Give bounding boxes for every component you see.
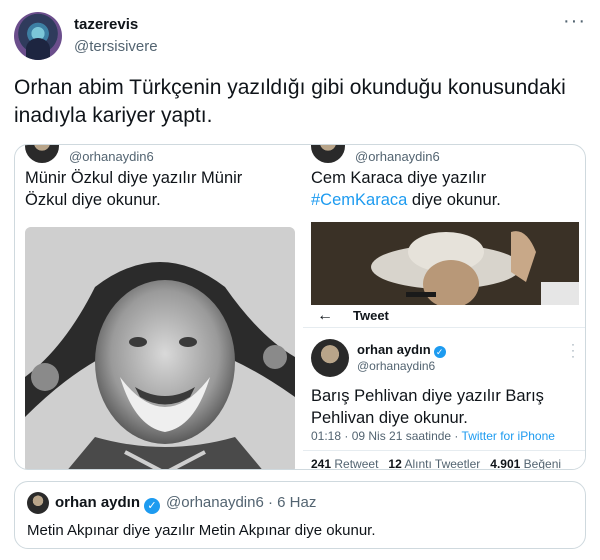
card-text-end: diye okunur. — [411, 191, 501, 209]
verified-badge-icon: ✓ — [433, 346, 446, 358]
card-handle: @orhanaydin6 — [357, 359, 436, 373]
author-handle[interactable]: @tersisivere — [74, 38, 158, 55]
quoted-tweet[interactable]: orhan aydın ✓ @orhanaydin6 · 6 Haz Metin A… — [14, 481, 586, 549]
author-name[interactable]: tazerevis — [74, 16, 138, 33]
tweet-meta: 01:18 · 09 Nis 21 saatinde · Twitter for… — [311, 429, 555, 443]
arrow-left-icon[interactable]: ← — [317, 307, 333, 325]
quoted-author-name: orhan aydın — [55, 494, 141, 511]
kebab-icon: · · · — [571, 337, 575, 363]
photo-man-with-hat[interactable] — [25, 227, 295, 469]
separator-dot: · — [267, 494, 273, 511]
tweet-media[interactable]: @orhanaydin6 Münir Özkul diye yazılır Mü… — [14, 144, 586, 470]
screen-title: Tweet — [353, 308, 389, 323]
tweet-header: tazerevis @tersisivere ··· — [14, 11, 586, 62]
ellipsis-icon[interactable]: ··· — [563, 11, 586, 31]
card-text-start: Cem Karaca diye yazılır — [311, 169, 487, 187]
divider — [303, 450, 585, 451]
client-link: Twitter for iPhone — [461, 429, 555, 443]
media-right-bottom-card[interactable]: ← Tweet orhan aydın ✓ @orhanaydin6 · · · Ba… — [303, 305, 585, 470]
quoted-date: 6 Haz — [277, 494, 317, 511]
card-handle: @orhanaydin6 — [355, 149, 440, 164]
media-right-top-card[interactable]: @orhanaydin6 Cem Karaca diye yazılır #Ce… — [303, 145, 585, 305]
card-text: Münir Özkul diye yazılır Münir Özkul diy… — [25, 169, 243, 209]
verified-badge-icon: ✓ — [144, 498, 161, 514]
media-left-card[interactable]: @orhanaydin6 Münir Özkul diye yazılır Mü… — [15, 145, 298, 469]
card-handle: @orhanaydin6 — [69, 149, 154, 164]
photo-man-singing[interactable] — [311, 222, 579, 305]
tweet-stats: 241 Retweet 12 Alıntı Tweetler 4.901 Beğ… — [311, 457, 562, 470]
author-avatar[interactable] — [14, 12, 62, 60]
tweet-text: Orhan abim Türkçenin yazıldığı gibi okun… — [14, 76, 566, 127]
avatar — [311, 145, 345, 163]
card-text: Cem Karaca diye yazılır #CemKaraca diye … — [311, 167, 581, 211]
avatar — [311, 339, 349, 377]
avatar — [25, 145, 59, 163]
divider — [303, 327, 585, 328]
card-text: Barış Pehlivan diye yazılır Barış Pehliv… — [311, 387, 544, 427]
hashtag-link[interactable]: #CemKaraca — [311, 191, 407, 209]
avatar — [27, 492, 49, 514]
card-author-name: orhan aydın ✓ — [357, 342, 446, 358]
quoted-tweet-header: orhan aydın ✓ @orhanaydin6 · 6 Haz — [55, 494, 316, 514]
quoted-author-handle: @orhanaydin6 — [166, 494, 264, 511]
quoted-tweet-text: Metin Akpınar diye yazılır Metin Akpınar… — [27, 522, 376, 539]
